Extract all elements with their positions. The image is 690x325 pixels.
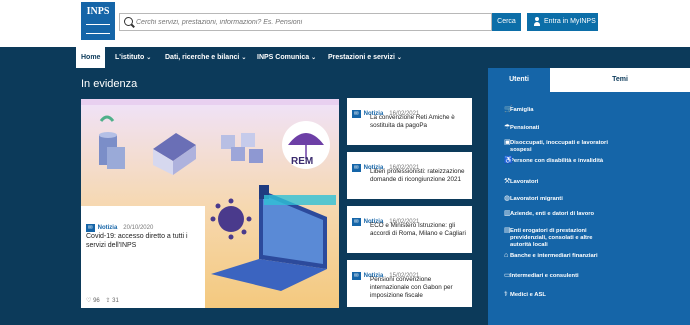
search-icon <box>124 17 133 26</box>
sidebar-item-label: Intermediari e consulenti <box>510 273 579 279</box>
sidebar-item-enti[interactable]: ▤ Enti erogatori di prestazioni previdenz… <box>504 227 614 249</box>
nav-home[interactable]: Home <box>76 47 106 68</box>
wheelchair-icon: ♿ <box>504 157 513 164</box>
bank-icon: ⌂ <box>504 252 509 259</box>
search-button[interactable]: Cerca <box>492 13 521 31</box>
news-tag-icon: ✉ <box>352 110 361 118</box>
news-tag-icon: ✉ <box>86 224 95 232</box>
stethoscope-icon: ⚕ <box>504 291 508 298</box>
case-icon: ▭ <box>504 272 511 279</box>
share-icon[interactable]: ⇪ <box>105 298 110 304</box>
rem-text: REM <box>291 156 313 167</box>
sidebar-tabs: Utenti Temi <box>488 68 690 92</box>
login-button[interactable]: Entra in MyINPS <box>527 13 598 31</box>
sidebar-item-pensionati[interactable]: ☂ Pensionati <box>504 124 610 132</box>
news-tag-icon: ✉ <box>352 164 361 172</box>
login-label: Entra in MyINPS <box>544 18 596 25</box>
sidebar-item-intermediari[interactable]: ▭ Intermediari e consulenti <box>504 272 610 280</box>
nav-dati[interactable]: Dati, ricerche e bilanci ⌄ <box>165 47 246 68</box>
briefcase-icon: ▣ <box>504 139 511 146</box>
logo-lines <box>86 24 110 34</box>
sidebar-item-banche[interactable]: ⌂ Banche e intermediari finanziari <box>504 252 610 260</box>
site-header: INPS Cerca Entra in MyINPS <box>0 0 690 47</box>
nav-prestazioni[interactable]: Prestazioni e servizi ⌄ <box>328 47 402 68</box>
umbrella-icon: ☂ <box>504 124 511 131</box>
featured-date: 20/10/2020 <box>123 225 154 231</box>
main-nav: Home L'istituto ⌄ Dati, ricerche e bilanc… <box>0 47 690 68</box>
stroller-icon: 🛒 <box>504 106 513 113</box>
sidebar-item-label: Famiglia <box>510 107 534 113</box>
news-title[interactable]: Liberi professionisti: rateizzazione dom… <box>370 168 468 184</box>
search-box[interactable] <box>119 13 492 31</box>
news-card[interactable]: ✉ Notizia 15/02/2021 Pensioni convenzione … <box>347 260 472 307</box>
sidebar-item-medici[interactable]: ⚕ Medici e ASL <box>504 291 610 299</box>
sidebar-item-label: Medici e ASL <box>510 292 546 298</box>
sidebar-item-label: Persone con disabilità e invalidità <box>510 158 604 164</box>
sidebar-item-famiglia[interactable]: 🛒 Famiglia <box>504 106 610 114</box>
chevron-down-icon: ⌄ <box>396 55 402 61</box>
inps-logo[interactable]: INPS <box>81 2 115 40</box>
sidebar-item-label: Disoccupati, inoccupati e lavoratori sos… <box>510 140 608 153</box>
document-icon: ▤ <box>504 227 511 234</box>
nav-home-label: Home <box>81 54 101 61</box>
nav-dati-label: Dati, ricerche e bilanci <box>165 54 240 61</box>
chevron-down-icon: ⌄ <box>146 55 152 61</box>
sidebar-item-label: Aziende, enti e datori di lavoro <box>510 211 595 217</box>
section-title: In evidenza <box>81 78 138 90</box>
news-tag-icon: ✉ <box>352 218 361 226</box>
wrench-icon: ⚒ <box>504 178 511 185</box>
sidebar-item-disoccupati[interactable]: ▣ Disoccupati, inoccupati e lavoratori so… <box>504 139 610 154</box>
rem-badge: REM <box>282 121 330 169</box>
featured-tag: Notizia <box>97 225 118 231</box>
featured-title[interactable]: Covid-19: accesso diretto a tutti i serv… <box>86 232 200 250</box>
news-title[interactable]: La convenzione Reti Amiche è sostituita … <box>370 114 468 130</box>
nav-comunica[interactable]: INPS Comunica ⌄ <box>257 47 316 68</box>
featured-news-card[interactable]: ✉ Notizia 20/10/2020 Covid-19: accesso dir… <box>81 206 205 308</box>
sidebar-item-label: Enti erogatori di prestazioni previdenzi… <box>510 228 593 248</box>
tab-temi[interactable]: Temi <box>550 68 690 92</box>
chevron-down-icon: ⌄ <box>241 55 247 61</box>
logo-text: INPS <box>86 6 110 17</box>
sidebar-item-aziende[interactable]: ▥ Aziende, enti e datori di lavoro <box>504 210 610 218</box>
sidebar-item-migranti[interactable]: ◍ Lavoratori migranti <box>504 195 610 203</box>
user-icon <box>534 17 540 27</box>
heart-icon[interactable]: ♡ <box>86 298 91 304</box>
news-card[interactable]: ✉ Notizia 16/02/2021 ECO e Ministero Istru… <box>347 206 472 253</box>
sidebar-item-lavoratori[interactable]: ⚒ Lavoratori <box>504 178 610 186</box>
chevron-down-icon: ⌄ <box>311 55 317 61</box>
shares-count: 31 <box>112 298 119 304</box>
nav-istituto[interactable]: L'istituto ⌄ <box>115 47 151 68</box>
news-tag-icon: ✉ <box>352 272 361 280</box>
featured-actions: ♡ 96 ⇪ 31 <box>86 297 119 304</box>
news-title[interactable]: ECO e Ministero Istruzione: gli accordi … <box>370 222 468 238</box>
illustration-band <box>81 99 339 105</box>
sidebar-item-disabilita[interactable]: ♿ Persone con disabilità e invalidità <box>504 157 610 165</box>
news-title[interactable]: Pensioni convenzione internazionale con … <box>370 276 468 300</box>
sidebar-item-label: Pensionati <box>510 125 540 131</box>
search-input[interactable] <box>136 14 486 30</box>
globe-icon: ◍ <box>504 195 511 202</box>
news-card[interactable]: ✉ Notizia 16/02/2021 Liberi professionisti… <box>347 152 472 199</box>
news-card[interactable]: ✉ Notizia 16/02/2021 La convenzione Reti A… <box>347 98 472 145</box>
nav-istituto-label: L'istituto <box>115 54 145 61</box>
nav-prestazioni-label: Prestazioni e servizi <box>328 54 395 61</box>
sidebar-item-label: Banche e intermediari finanziari <box>510 253 598 259</box>
likes-count: 96 <box>93 298 100 304</box>
tab-utenti[interactable]: Utenti <box>488 68 550 92</box>
sidebar-item-label: Lavoratori migranti <box>510 196 563 202</box>
nav-comunica-label: INPS Comunica <box>257 54 310 61</box>
sidebar-item-label: Lavoratori <box>510 179 539 185</box>
building-icon: ▥ <box>504 210 511 217</box>
